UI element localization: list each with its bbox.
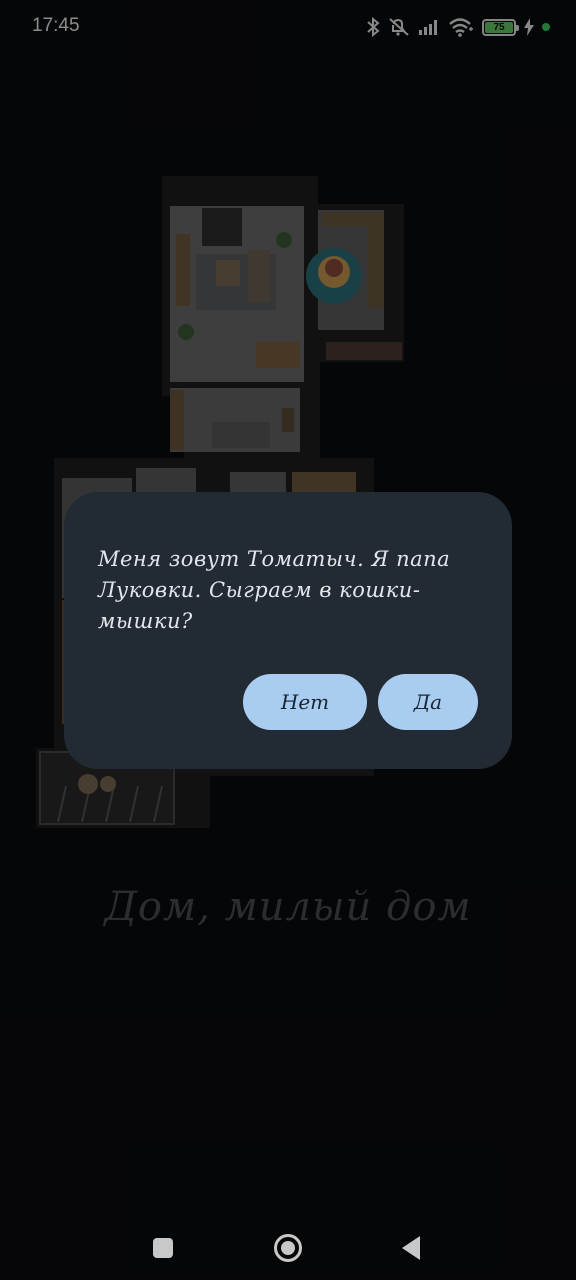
yes-button[interactable]: Да (378, 674, 478, 730)
recents-icon[interactable] (153, 1238, 173, 1258)
home-icon[interactable] (274, 1234, 302, 1262)
navigation-bar (0, 1210, 576, 1280)
dialog: Меня зовут Томатыч. Я папа Луковки. Сыгр… (64, 492, 512, 769)
app-screen: 17:45 75 Дом, милый дом Меня зовут Томат… (0, 0, 576, 1280)
no-button[interactable]: Нет (243, 674, 367, 730)
home-title: Дом, милый дом (104, 884, 472, 930)
back-icon[interactable] (402, 1236, 420, 1260)
dialog-message: Меня зовут Томатыч. Я папа Луковки. Сыгр… (98, 547, 451, 633)
